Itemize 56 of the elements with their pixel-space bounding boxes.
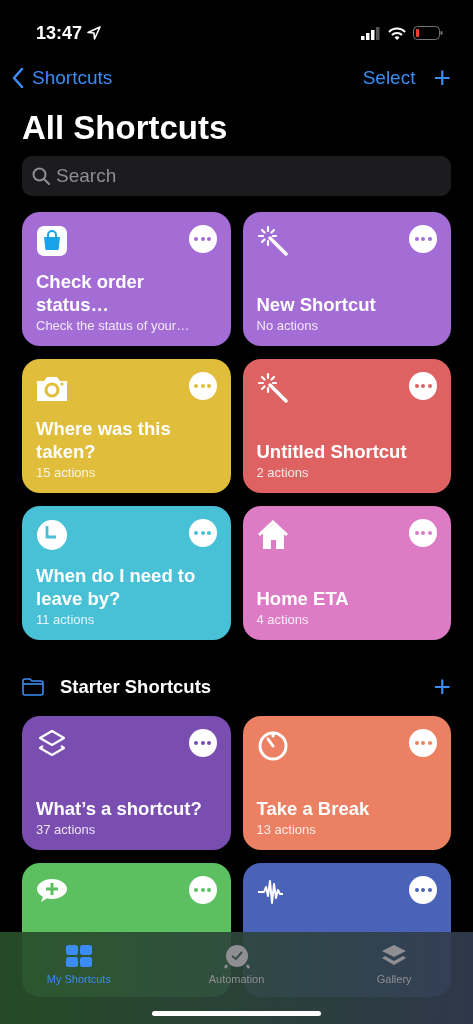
folder-title: Starter Shortcuts (60, 674, 212, 699)
shortcut-subtitle: No actions (256, 317, 319, 336)
house-icon (256, 518, 289, 551)
shortcut-title: Where was this taken? (36, 416, 172, 464)
shortcut-title: Untitled Shortcut (256, 439, 408, 464)
shortcut-subtitle: 2 actions (256, 464, 310, 483)
back-chevron-icon (12, 68, 24, 88)
shortcut-card[interactable]: Untitled Shortcut 2 actions (242, 358, 451, 493)
tab-item[interactable]: Automation (157, 942, 316, 1024)
clock-icon (36, 518, 68, 551)
shortcut-card[interactable]: Home ETA 4 actions (242, 505, 451, 640)
wifi-icon (388, 26, 406, 40)
shortcut-subtitle: 4 actions (256, 611, 310, 630)
more-button[interactable] (409, 728, 437, 757)
shortcut-title: What’s a shortcut? (36, 796, 203, 821)
search-icon (32, 166, 50, 185)
shortcut-card[interactable]: Check order status… Check the status of your… (22, 211, 231, 346)
signal-icon (361, 26, 381, 40)
page-title: All Shortcuts (21, 108, 229, 148)
shortcut-title: New Shortcut (256, 292, 377, 317)
shopping-bag-icon (36, 224, 68, 257)
location-arrow-icon (87, 26, 102, 40)
clock-time: 13:47 (36, 21, 83, 45)
tab-item[interactable]: My Shortcuts (0, 942, 158, 1024)
grid-icon (63, 943, 94, 969)
more-button[interactable] (409, 371, 437, 400)
more-button[interactable] (409, 875, 437, 904)
magic-wand-icon (256, 371, 289, 404)
more-button[interactable] (409, 224, 437, 253)
shortcut-card[interactable]: New Shortcut No actions (242, 211, 451, 346)
add-button[interactable]: + (433, 671, 451, 702)
more-button[interactable] (188, 728, 217, 757)
shortcut-title: Check order status… (36, 269, 145, 317)
shortcut-card[interactable]: What’s a shortcut? 37 actions (22, 715, 231, 850)
back-link[interactable]: Shortcuts (12, 63, 113, 93)
more-button[interactable] (409, 518, 437, 547)
shortcut-subtitle: 13 actions (256, 821, 317, 840)
clock-icon (221, 943, 252, 969)
search-field[interactable]: Search (22, 155, 451, 196)
folder-icon (22, 677, 44, 696)
shortcut-subtitle: Check the status of your… (36, 317, 191, 336)
shortcut-card[interactable]: Where was this taken? 15 actions (22, 358, 231, 493)
shortcut-subtitle: 15 actions (36, 464, 97, 483)
magic-wand-icon (256, 224, 289, 257)
tab-item[interactable]: Gallery (315, 942, 473, 1024)
more-button[interactable] (188, 224, 217, 253)
shortcut-subtitle: 11 actions (36, 611, 96, 630)
shortcut-title: When do I need to leave by? (36, 563, 197, 611)
shortcut-card[interactable]: Take a Break 13 actions (242, 715, 451, 850)
shortcut-subtitle: 37 actions (36, 821, 97, 840)
shortcut-title: Take a Break (256, 796, 371, 821)
select-button[interactable]: Select (362, 63, 416, 93)
battery-icon (413, 26, 443, 40)
shortcut-card[interactable]: When do I need to leave by? 11 actions (22, 505, 231, 640)
shortcut-title: Home ETA (256, 586, 350, 611)
add-button[interactable]: + (433, 63, 451, 93)
